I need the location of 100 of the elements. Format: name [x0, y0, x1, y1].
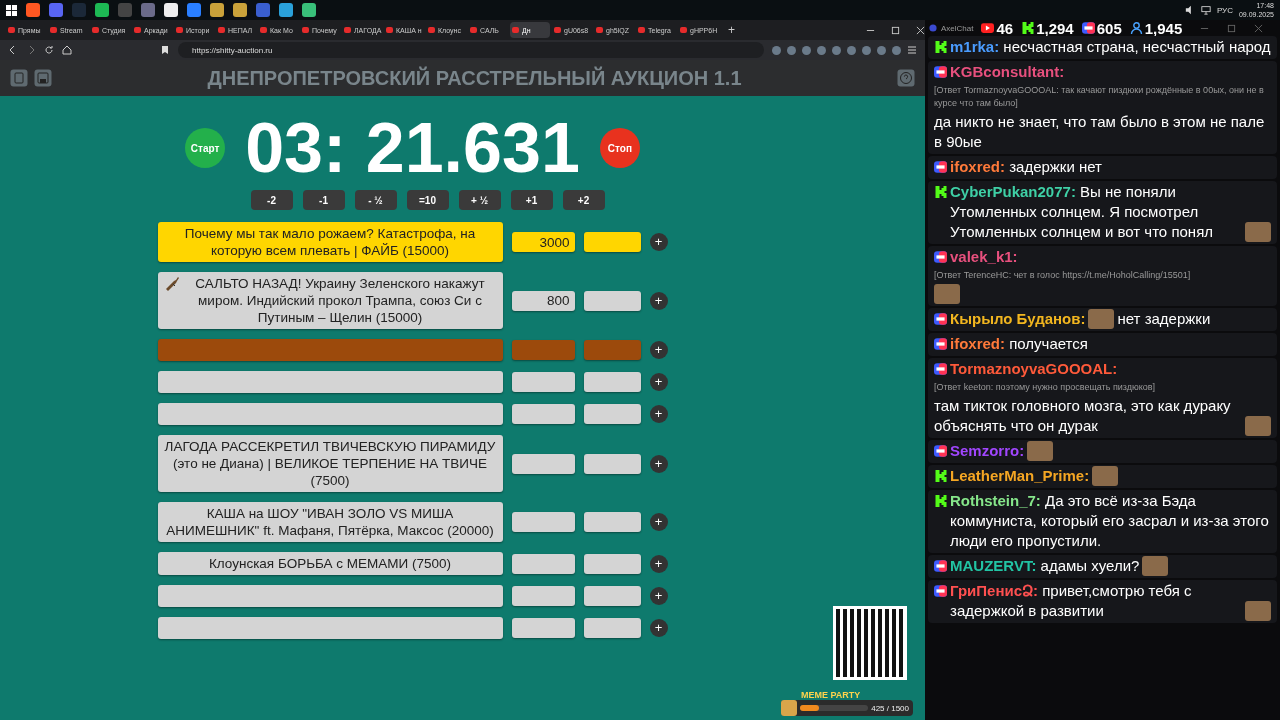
lot-name-field[interactable]	[157, 585, 503, 607]
lot-name-field[interactable]: КАША на ШОУ "ИВАН ЗОЛО VS МИША АНИМЕШНИК" ft. Мафаня, Пятёрка, Максос (20000)	[157, 502, 503, 542]
chat-message: m1rka: несчастная страна, несчастный народ	[950, 37, 1271, 57]
app-icon[interactable]	[210, 3, 224, 17]
home-icon[interactable]	[62, 45, 72, 55]
lot-bid-field[interactable]	[583, 290, 641, 311]
lot-amount-field[interactable]	[511, 512, 575, 532]
lot-bid-field[interactable]	[583, 404, 641, 424]
reply-quote: [Ответ TerenceHC: чет в голос https://t.me/HoholCalling/15501]	[934, 269, 1192, 282]
chat-message: MAUZERVT: адамы хуели?	[950, 556, 1140, 576]
chat-message: ifoxred: задержки нет	[950, 157, 1102, 177]
chat-author[interactable]: LeatherMan_Prime:	[950, 466, 1090, 486]
help-icon[interactable]	[897, 69, 915, 87]
letter-k-icon	[934, 470, 947, 482]
viewer-count: 1,294	[1036, 19, 1074, 37]
bookmark-icon[interactable]	[160, 45, 170, 55]
stop-button[interactable]: Стоп	[599, 128, 640, 168]
app-icon[interactable]	[256, 3, 270, 17]
app-icon[interactable]	[95, 3, 109, 17]
play-icon	[981, 22, 995, 34]
live-icon	[934, 585, 947, 597]
add-button[interactable]: +	[649, 291, 668, 310]
lot-bid-field[interactable]	[583, 232, 641, 252]
add-button[interactable]: +	[649, 341, 668, 359]
add-button[interactable]: +	[649, 619, 668, 637]
menu-icon[interactable]	[907, 45, 917, 55]
lot-amount-field[interactable]: 3000	[511, 232, 575, 252]
live-icon	[934, 560, 947, 572]
lot-bid-field[interactable]	[583, 340, 641, 360]
chat-author[interactable]: TormaznoyvaGOOOAL:	[950, 359, 1118, 379]
panel-icon[interactable]	[10, 69, 28, 87]
time-adjust-button[interactable]: -2	[250, 190, 293, 210]
live-icon	[1081, 22, 1095, 34]
viewer-count: 1,945	[1144, 19, 1183, 37]
live-icon	[934, 251, 947, 263]
lot-name: Клоунская БОРЬБА с МЕМАМИ (7500)	[208, 555, 452, 572]
lot-amount-field[interactable]	[511, 618, 575, 638]
chat-author[interactable]: Кырыло Буданов:	[950, 309, 1086, 329]
add-button[interactable]: +	[649, 513, 668, 531]
app-icon[interactable]	[49, 3, 63, 17]
lot-amount-field[interactable]	[511, 372, 575, 392]
lot-amount-field[interactable]	[511, 453, 575, 474]
lot-name-field[interactable]	[157, 617, 503, 639]
lot-amount-field[interactable]: 800	[511, 290, 575, 311]
lot-name-field[interactable]	[157, 403, 503, 425]
chat-text: там тикток головного мозга, это как дураку объяснять что он дурак	[934, 396, 1232, 436]
add-button[interactable]: +	[649, 454, 668, 473]
time-adjust-button[interactable]: +1	[510, 190, 553, 210]
lot-name-field[interactable]: САЛЬТО НАЗАД! Украину Зеленского накажут миром. Индийский прокол Трампа, союз Си с Путиным – Щелин (15000)	[157, 272, 503, 329]
language-indicator[interactable]: РУС	[1216, 5, 1233, 15]
lot-amount-field[interactable]	[511, 340, 575, 360]
lot-bid-field[interactable]	[583, 586, 641, 606]
app-icon[interactable]	[279, 3, 293, 17]
save-icon[interactable]	[34, 69, 52, 87]
chat-message: CyberPukan2077: Вы не поняли Утомленных солнцем. Я посмотрел Утомленных солнцем и вот что понял	[950, 182, 1214, 242]
app-icon[interactable]	[118, 3, 132, 17]
time-adjust-button[interactable]: =10	[406, 190, 449, 210]
chat-author[interactable]: valek_k1:	[950, 247, 1018, 267]
app-icon[interactable]	[26, 3, 40, 17]
app-icon[interactable]	[141, 3, 155, 17]
lot-bid-field[interactable]	[583, 512, 641, 532]
reload-icon[interactable]	[44, 45, 54, 55]
add-button[interactable]: +	[649, 587, 668, 605]
app-icon[interactable]	[187, 3, 201, 17]
person-icon	[1129, 22, 1143, 34]
lot-name-field[interactable]: Клоунская БОРЬБА с МЕМАМИ (7500)	[157, 552, 503, 575]
address-field[interactable]: https://shitty-auction.ru	[178, 42, 764, 58]
lot-name-field[interactable]	[157, 371, 503, 393]
live-icon	[934, 338, 947, 350]
chat-author[interactable]: KGBconsultant:	[950, 62, 1065, 82]
time-adjust-button[interactable]: + ½	[458, 190, 501, 210]
lot-amount-field[interactable]	[511, 553, 575, 574]
time-adjust-button[interactable]: - ½	[354, 190, 397, 210]
lot-bid-field[interactable]	[583, 453, 641, 474]
lot-name: САЛЬТО НАЗАД! Украину Зеленского накажут миром. Индийский прокол Трампа, союз Си с Путиным – Щелин (15000)	[194, 275, 486, 326]
app-icon[interactable]	[164, 3, 178, 17]
lot-name-field[interactable]: Почему мы так мало рожаем? Катастрофа, на которую всем плевать | ФАЙБ (15000)	[157, 222, 503, 262]
windows-icon[interactable]	[6, 4, 17, 16]
timer-display: 03: 21.631	[245, 110, 580, 186]
lot-name-field[interactable]	[157, 339, 503, 361]
time-adjust-button[interactable]: +2	[562, 190, 605, 210]
monitor-icon[interactable]	[1200, 5, 1211, 15]
live-icon	[934, 161, 947, 173]
add-button[interactable]: +	[649, 554, 668, 573]
lot-amount-field[interactable]	[511, 586, 575, 606]
lot-amount-field[interactable]	[511, 404, 575, 424]
lot-bid-field[interactable]	[583, 553, 641, 574]
chat-author[interactable]: Semzorro:	[950, 441, 1025, 461]
letter-k-icon	[934, 186, 947, 198]
app-icon[interactable]	[302, 3, 316, 17]
add-button[interactable]: +	[649, 373, 668, 391]
letter-k-icon	[1021, 22, 1035, 34]
add-button[interactable]: +	[649, 233, 668, 251]
lot-bid-field[interactable]	[583, 618, 641, 638]
app-icon[interactable]	[233, 3, 247, 17]
new-tab-button[interactable]: +	[728, 23, 735, 37]
lot-bid-field[interactable]	[583, 372, 641, 392]
app-logo-icon	[929, 24, 937, 32]
time-adjust-button[interactable]: -1	[302, 190, 345, 210]
add-button[interactable]: +	[649, 405, 668, 423]
